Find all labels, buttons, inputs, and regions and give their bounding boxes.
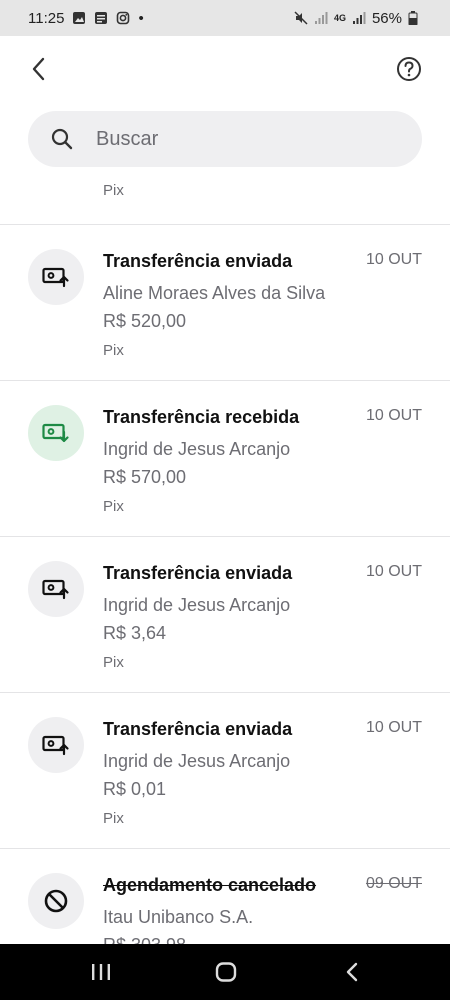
home-icon: [215, 962, 237, 982]
item-counterparty: Ingrid de Jesus Arcanjo: [103, 439, 291, 459]
transaction-icon: [28, 405, 84, 461]
notification-dot: •: [138, 9, 144, 27]
gallery-notification-icon: [72, 11, 86, 25]
recent-apps-icon: [92, 964, 110, 980]
chevron-left-icon: [32, 57, 45, 81]
search-icon: [51, 128, 73, 150]
item-date: 09 OUT: [365, 875, 422, 892]
back-icon: [346, 962, 358, 982]
item-method: Pix: [103, 342, 124, 359]
news-notification-icon: [94, 11, 108, 25]
item-method: Pix: [103, 810, 124, 827]
item-amount: R$ 570,00: [103, 467, 187, 487]
item-title: Transferência enviada: [103, 719, 293, 739]
instagram-notification-icon: [116, 11, 130, 25]
status-time: 11:25: [28, 9, 65, 27]
navigation-bar: [0, 944, 450, 1000]
item-method: Pix: [103, 654, 124, 671]
question-circle-icon: [397, 57, 421, 81]
network-type: 4G: [333, 13, 346, 23]
item-title: Transferência enviada: [103, 251, 293, 271]
item-date: 10 OUT: [365, 719, 422, 736]
list-item[interactable]: Agendamento cancelado 09 OUT Itau Uniban…: [0, 849, 450, 944]
money-received-icon: [42, 423, 69, 443]
signal-icon-1: [314, 11, 328, 25]
cancel-circle-icon: [44, 889, 68, 913]
partial-item-method: Pix: [103, 182, 124, 199]
item-date: 10 OUT: [365, 407, 422, 424]
item-title: Agendamento cancelado: [103, 875, 317, 895]
list-item[interactable]: Transferência recebida 10 OUT Ingrid de …: [0, 381, 450, 536]
top-bar: [0, 36, 450, 106]
help-button[interactable]: [396, 56, 422, 82]
item-counterparty: Ingrid de Jesus Arcanjo: [103, 751, 291, 771]
transaction-icon: [28, 561, 84, 617]
back-nav-button[interactable]: [344, 962, 362, 987]
transaction-list[interactable]: Pix Transferência enviada 10 OUT Aline M…: [0, 170, 450, 944]
item-date: 10 OUT: [365, 563, 422, 580]
battery-percent: 56%: [371, 9, 402, 27]
money-sent-icon: [42, 579, 69, 600]
item-counterparty: Aline Moraes Alves da Silva: [103, 283, 326, 303]
status-left: 11:25 •: [28, 10, 144, 27]
transaction-icon: [28, 249, 84, 305]
home-button[interactable]: [215, 962, 237, 987]
item-amount: R$ 0,01: [103, 779, 167, 799]
mute-icon: [294, 11, 308, 25]
item-counterparty: Ingrid de Jesus Arcanjo: [103, 595, 291, 615]
item-amount: R$ 3,64: [103, 623, 167, 643]
transaction-icon: [28, 873, 84, 929]
search-bar[interactable]: [28, 111, 422, 167]
money-sent-icon: [42, 267, 69, 288]
transaction-icon: [28, 717, 84, 773]
status-bar: 11:25 • 4G 56%: [0, 0, 450, 36]
search-input[interactable]: [94, 126, 378, 152]
item-method: Pix: [103, 498, 124, 515]
item-title: Transferência enviada: [103, 563, 293, 583]
recent-apps-button[interactable]: [90, 962, 112, 987]
item-counterparty: Itau Unibanco S.A.: [103, 907, 254, 927]
item-amount: R$ 303,98: [103, 935, 186, 944]
battery-icon: [408, 11, 422, 25]
back-button[interactable]: [26, 54, 52, 84]
status-right: 4G 56%: [294, 10, 422, 27]
item-date: 10 OUT: [365, 251, 422, 268]
list-item[interactable]: Transferência enviada 10 OUT Aline Morae…: [0, 225, 450, 380]
signal-icon-2: [352, 11, 366, 25]
list-item[interactable]: Transferência enviada 10 OUT Ingrid de J…: [0, 693, 450, 848]
list-item[interactable]: Transferência enviada 10 OUT Ingrid de J…: [0, 537, 450, 692]
money-sent-icon: [42, 735, 69, 756]
item-amount: R$ 520,00: [103, 311, 187, 331]
item-title: Transferência recebida: [103, 407, 300, 427]
